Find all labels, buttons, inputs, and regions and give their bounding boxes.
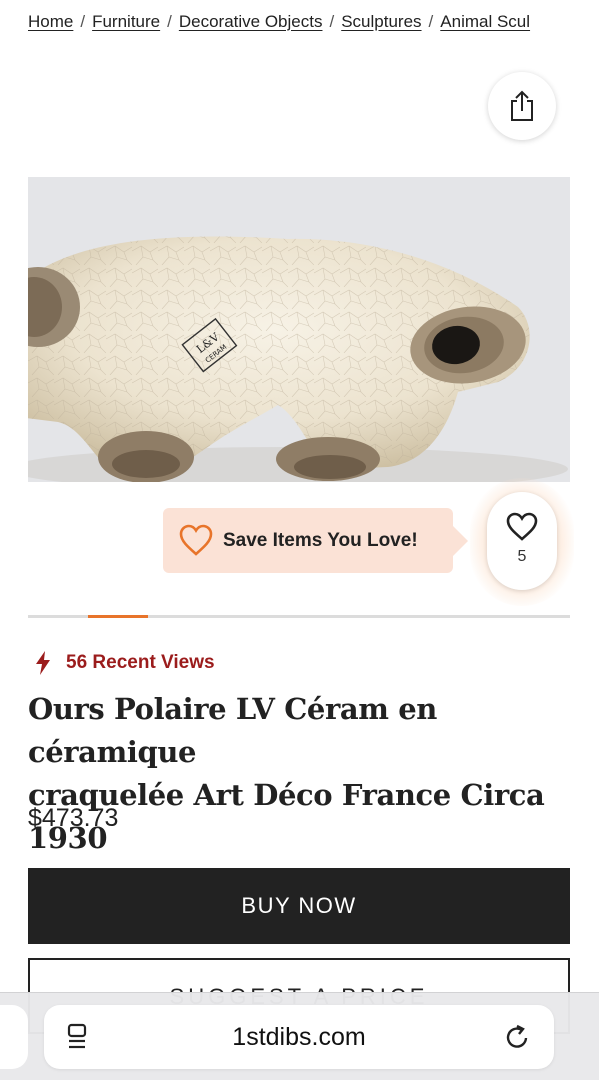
- buy-now-button[interactable]: BUY NOW: [28, 868, 570, 944]
- favorite-count: 5: [517, 548, 527, 565]
- breadcrumb-animal-sculptures[interactable]: Animal Scul: [440, 12, 530, 31]
- recent-views-text: 56 Recent Views: [66, 652, 215, 673]
- recent-views: 56 Recent Views: [34, 651, 215, 675]
- browser-toolbar: 1stdibs.com: [0, 992, 599, 1080]
- share-icon: [511, 90, 533, 121]
- carousel-indicator: [28, 615, 570, 618]
- product-title: Ours Polaire LV Céram en céramique craqu…: [28, 688, 588, 860]
- product-price: $473.73: [28, 804, 119, 832]
- breadcrumb-home[interactable]: Home: [28, 12, 73, 31]
- address-bar[interactable]: 1stdibs.com: [44, 1005, 554, 1069]
- breadcrumb-decorative-objects[interactable]: Decorative Objects: [179, 12, 323, 31]
- heart-outline-icon: [179, 524, 213, 556]
- breadcrumb-separator: /: [80, 12, 86, 31]
- previous-tab[interactable]: [0, 1005, 28, 1069]
- lightning-bolt-icon: [36, 651, 50, 675]
- save-items-text: Save Items You Love!: [223, 529, 418, 551]
- carousel-indicator-active: [88, 615, 148, 618]
- breadcrumb-sculptures[interactable]: Sculptures: [341, 12, 421, 31]
- breadcrumb-separator: /: [167, 12, 172, 31]
- product-page: Home / Furniture / Decorative Objects / Sculpt…: [0, 0, 599, 1080]
- product-image[interactable]: L&V CERAM: [28, 177, 570, 482]
- url-text: 1stdibs.com: [232, 1023, 366, 1051]
- breadcrumb: Home / Furniture / Decorative Objects / Sculpt…: [28, 12, 588, 32]
- share-button[interactable]: [488, 72, 556, 140]
- breadcrumb-furniture[interactable]: Furniture: [92, 12, 160, 31]
- heart-icon: [506, 512, 538, 541]
- favorite-button[interactable]: 5: [487, 492, 557, 590]
- save-items-tooltip: Save Items You Love!: [163, 508, 468, 573]
- product-title-line-1: Ours Polaire LV Céram en céramique: [28, 692, 437, 769]
- breadcrumb-separator: /: [428, 12, 434, 31]
- reload-icon[interactable]: [504, 1023, 532, 1051]
- breadcrumb-separator: /: [329, 12, 335, 31]
